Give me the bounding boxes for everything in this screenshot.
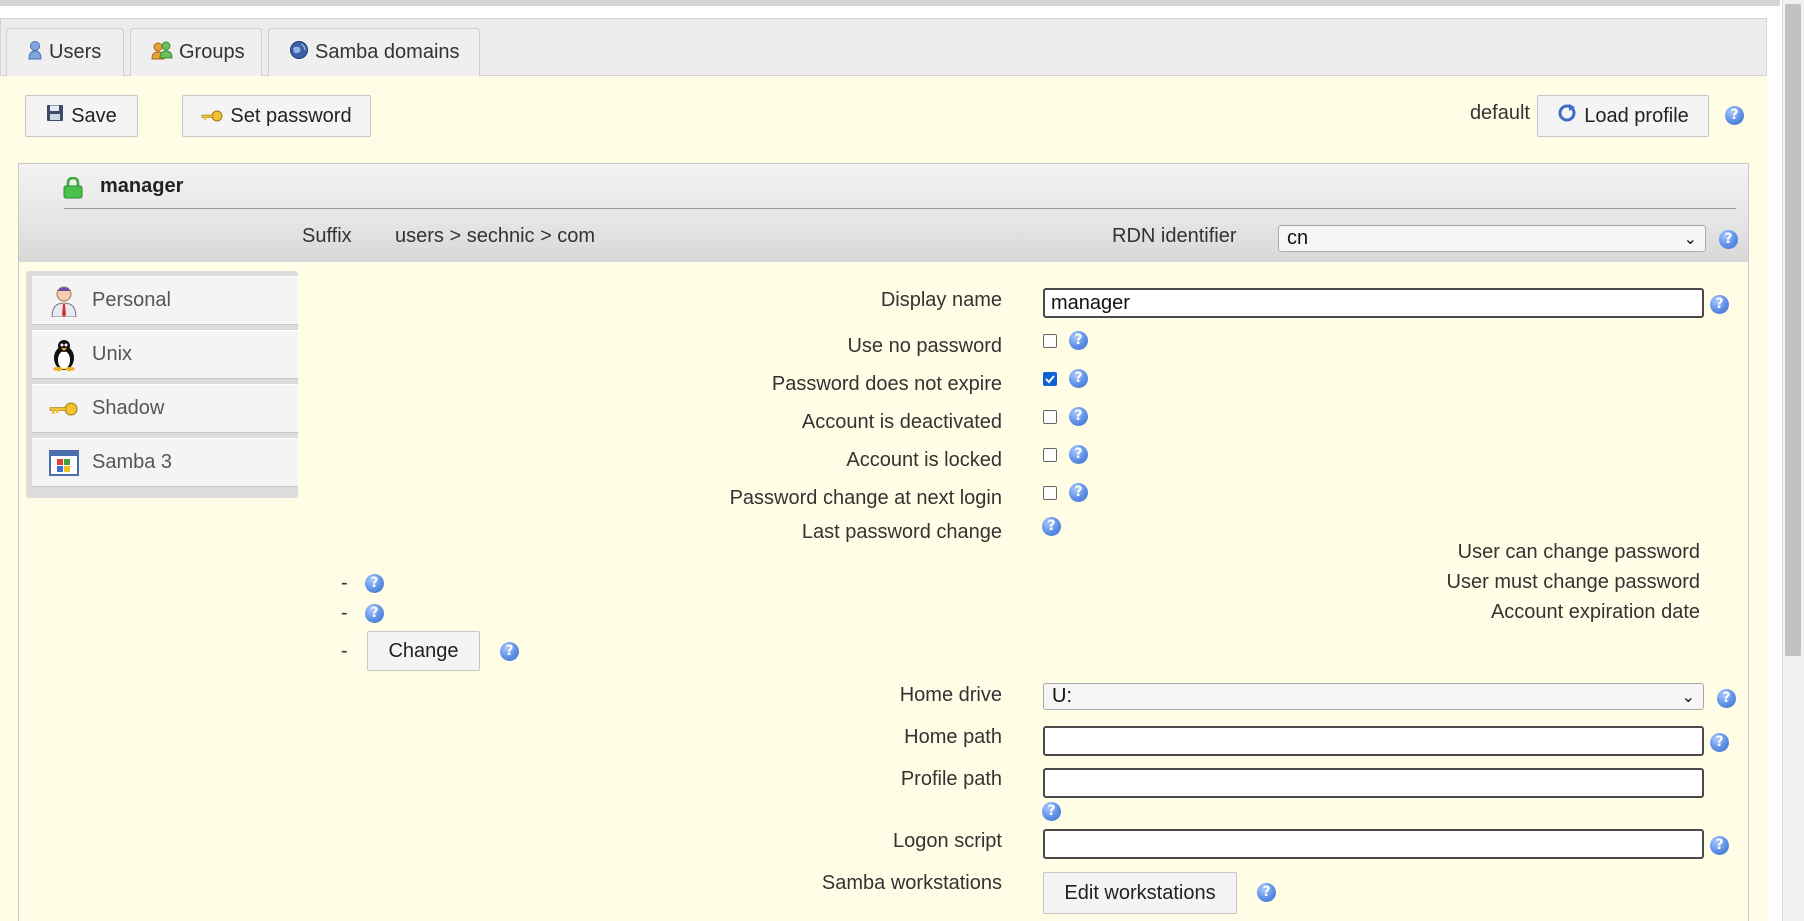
check-mark-icon <box>1045 374 1055 383</box>
module-tab-unix-label: Unix <box>92 343 133 365</box>
tab-groups-label: Groups <box>179 41 245 63</box>
help-icon[interactable]: ? <box>1069 483 1088 502</box>
rdn-identifier-label: RDN identifier <box>1112 225 1237 247</box>
reload-icon <box>1557 103 1577 129</box>
logon-script-field[interactable] <box>1043 829 1704 859</box>
tab-users-label: Users <box>49 41 102 63</box>
account-locked-checkbox[interactable] <box>1043 448 1057 462</box>
password-not-expire-checkbox[interactable] <box>1043 372 1057 386</box>
display-name-label: Display name <box>880 289 1002 311</box>
rdn-identifier-select[interactable]: cn ⌄ <box>1278 225 1706 252</box>
tux-icon <box>48 339 80 371</box>
profile-path-label: Profile path <box>900 768 1002 790</box>
personal-icon <box>48 285 80 317</box>
suffix-value: users > sechnic > com <box>395 225 596 247</box>
display-name-field[interactable]: manager <box>1043 288 1704 318</box>
help-icon[interactable]: ? <box>365 574 384 593</box>
samba-workstations-label: Samba workstations <box>821 872 1002 894</box>
header-divider <box>64 208 1736 209</box>
help-icon[interactable]: ? <box>365 604 384 623</box>
home-drive-select[interactable]: U: ⌄ <box>1043 683 1704 710</box>
home-path-field[interactable] <box>1043 726 1704 756</box>
home-drive-label: Home drive <box>899 684 1002 706</box>
account-expiration-date-label: Account expiration date <box>1490 601 1700 623</box>
last-password-change-label: Last password change <box>801 521 1002 543</box>
lock-icon <box>63 176 83 205</box>
help-icon[interactable]: ? <box>1042 517 1061 536</box>
rdn-identifier-value: cn <box>1287 227 1309 249</box>
windows-icon <box>48 447 80 479</box>
edit-workstations-button[interactable]: Edit workstations <box>1043 872 1237 914</box>
load-profile-button[interactable]: Load profile <box>1537 95 1709 137</box>
user-must-change-password-label: User must change password <box>1446 571 1700 593</box>
help-icon[interactable]: ? <box>1257 883 1276 902</box>
password-change-next-login-checkbox[interactable] <box>1043 486 1057 500</box>
scrollbar-thumb[interactable] <box>1785 4 1801 656</box>
module-tab-shadow-label: Shadow <box>92 397 165 419</box>
save-button[interactable]: Save <box>25 95 138 137</box>
globe-icon <box>289 40 309 66</box>
user-can-change-password-value: - <box>341 572 348 594</box>
account-deactivated-checkbox[interactable] <box>1043 410 1057 424</box>
set-password-button[interactable]: Set password <box>182 95 371 137</box>
groups-icon <box>151 40 173 66</box>
help-icon[interactable]: ? <box>500 642 519 661</box>
chevron-down-icon: ⌄ <box>1683 230 1697 248</box>
floppy-disk-icon <box>46 104 64 128</box>
module-tab-personal[interactable]: Personal <box>32 276 298 325</box>
account-locked-label: Account is locked <box>846 449 1002 471</box>
home-path-label: Home path <box>904 726 1002 748</box>
password-change-next-login-label: Password change at next login <box>729 487 1002 509</box>
chevron-down-icon: ⌄ <box>1681 688 1695 706</box>
module-tab-samba-3[interactable]: Samba 3 <box>32 438 298 487</box>
password-not-expire-label: Password does not expire <box>771 373 1002 395</box>
tab-users[interactable]: Users <box>6 28 124 76</box>
module-tab-samba-3-label: Samba 3 <box>92 451 173 473</box>
help-icon[interactable]: ? <box>1719 230 1738 249</box>
window-top-strip <box>0 0 1780 6</box>
save-button-label: Save <box>71 104 117 127</box>
help-icon[interactable]: ? <box>1710 836 1729 855</box>
account-title: manager <box>100 175 184 197</box>
help-icon[interactable]: ? <box>1710 733 1729 752</box>
key-icon <box>48 393 80 425</box>
account-expiration-date-value: - <box>341 640 348 662</box>
user-icon <box>27 40 43 66</box>
tab-bar <box>0 18 1767 76</box>
help-icon[interactable]: ? <box>1069 445 1088 464</box>
tab-samba-domains-label: Samba domains <box>315 41 460 63</box>
display-name-value: manager <box>1051 291 1130 314</box>
use-no-password-label: Use no password <box>847 335 1002 357</box>
tab-groups[interactable]: Groups <box>130 28 262 76</box>
help-icon[interactable]: ? <box>1069 369 1088 388</box>
module-tab-unix[interactable]: Unix <box>32 330 298 379</box>
help-icon[interactable]: ? <box>1710 295 1729 314</box>
user-must-change-password-value: - <box>341 602 348 624</box>
module-tab-personal-label: Personal <box>92 289 171 311</box>
help-icon[interactable]: ? <box>1042 802 1061 821</box>
module-tab-shadow[interactable]: Shadow <box>32 384 298 433</box>
edit-workstations-button-label: Edit workstations <box>1064 881 1216 904</box>
use-no-password-checkbox[interactable] <box>1043 334 1057 348</box>
change-expiration-button[interactable]: Change <box>367 631 480 671</box>
account-deactivated-label: Account is deactivated <box>801 411 1002 433</box>
help-icon[interactable]: ? <box>1717 689 1736 708</box>
help-icon[interactable]: ? <box>1725 106 1744 125</box>
user-can-change-password-label: User can change password <box>1457 541 1700 563</box>
profile-path-field[interactable] <box>1043 768 1704 798</box>
load-profile-button-label: Load profile <box>1584 104 1689 127</box>
logon-script-label: Logon script <box>893 830 1002 852</box>
help-icon[interactable]: ? <box>1069 407 1088 426</box>
home-drive-value: U: <box>1052 685 1072 707</box>
tab-samba-domains[interactable]: Samba domains <box>268 28 480 76</box>
help-icon[interactable]: ? <box>1069 331 1088 350</box>
suffix-label: Suffix <box>302 225 352 247</box>
set-password-button-label: Set password <box>230 104 352 127</box>
change-expiration-button-label: Change <box>388 639 459 662</box>
profile-name: default <box>1469 102 1530 124</box>
key-icon <box>201 105 223 128</box>
